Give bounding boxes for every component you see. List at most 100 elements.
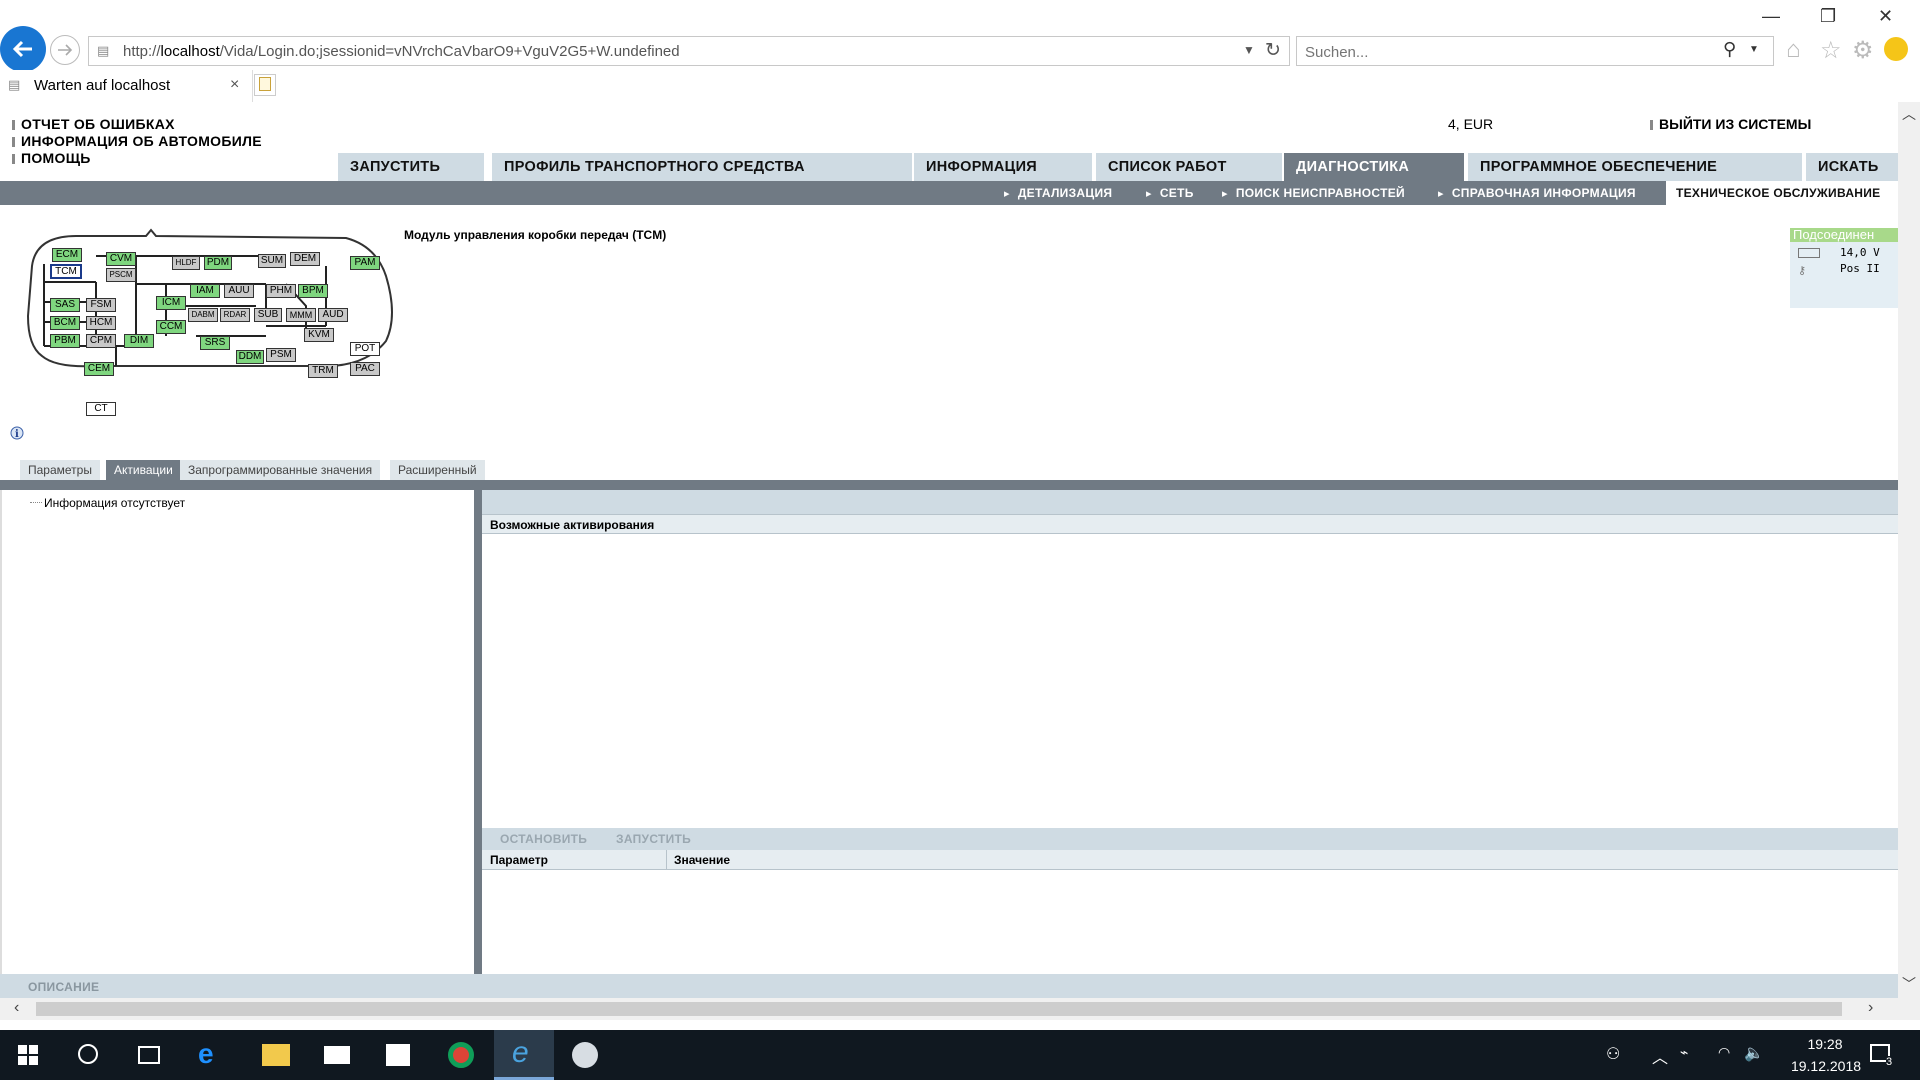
module-icm[interactable]: ICM [156, 296, 186, 310]
subtab-reference-info[interactable]: СПРАВОЧНАЯ ИНФОРМАЦИЯ [1438, 186, 1636, 200]
search-icon[interactable]: ⚲ [1723, 39, 1736, 60]
edge-icon[interactable]: e [198, 1038, 214, 1070]
module-phm[interactable]: PHM [266, 284, 296, 298]
favorites-icon[interactable]: ☆ [1820, 36, 1842, 65]
start-button[interactable]: ЗАПУСТИТЬ [616, 832, 691, 846]
horizontal-scroll-thumb[interactable] [36, 1002, 1842, 1016]
vertical-scrollbar[interactable]: ︿ ﹀ [1898, 102, 1920, 998]
column-value[interactable]: Значение [674, 853, 730, 867]
description-bar[interactable]: ОПИСАНИЕ [0, 974, 1898, 998]
forward-button[interactable] [50, 35, 80, 65]
tab-start[interactable]: ЗАПУСТИТЬ [338, 153, 484, 181]
refresh-icon[interactable]: ↻ [1265, 39, 1281, 62]
module-bpm[interactable]: BPM [298, 284, 328, 298]
search-box[interactable]: ⚲ ▼ [1296, 36, 1774, 66]
module-bcm[interactable]: BCM [50, 316, 80, 330]
module-pbm[interactable]: PBM [50, 334, 80, 348]
subtab-network[interactable]: СЕТЬ [1146, 186, 1194, 200]
chrome-icon[interactable] [448, 1042, 474, 1068]
module-cpm[interactable]: CPM [86, 334, 116, 348]
module-dim[interactable]: DIM [124, 334, 154, 348]
module-ct[interactable]: CT [86, 402, 116, 416]
address-bar[interactable]: ▤ http://localhost/Vida/Login.do;jsessio… [88, 36, 1290, 66]
tab-activations[interactable]: Активации [106, 460, 181, 480]
vehicle-info-link[interactable]: ИНФОРМАЦИЯ ОБ АВТОМОБИЛЕ [12, 133, 262, 149]
clock-time[interactable]: 19:28 [1790, 1036, 1860, 1052]
module-rdar[interactable]: RDAR [220, 308, 250, 322]
volume-icon[interactable]: 🔈 [1744, 1043, 1764, 1063]
help-link[interactable]: ПОМОЩЬ [12, 150, 91, 166]
module-fsm[interactable]: FSM [86, 298, 116, 312]
browser-tab[interactable]: ▤ Warten auf localhost × [0, 70, 253, 102]
home-icon[interactable]: ⌂ [1786, 36, 1801, 64]
scroll-right-icon[interactable]: › [1868, 999, 1873, 1017]
file-explorer-icon[interactable] [262, 1044, 290, 1066]
tab-close-icon[interactable]: × [230, 76, 239, 94]
ie-taskbar-button[interactable]: e [494, 1030, 554, 1080]
module-srs[interactable]: SRS [200, 336, 230, 350]
tab-information[interactable]: ИНФОРМАЦИЯ [914, 153, 1092, 181]
module-kvm[interactable]: KVM [304, 328, 334, 342]
module-dem[interactable]: DEM [290, 252, 320, 266]
module-trm[interactable]: TRM [308, 364, 338, 378]
module-hcm[interactable]: HCM [86, 316, 116, 330]
module-dabm[interactable]: DABM [188, 308, 218, 322]
module-iam[interactable]: IAM [190, 284, 220, 298]
search-dropdown-icon[interactable]: ▼ [1749, 44, 1759, 55]
module-ecm[interactable]: ECM [52, 248, 82, 262]
mail-icon[interactable] [324, 1046, 350, 1064]
tab-diagnostics[interactable]: ДИАГНОСТИКА [1284, 153, 1464, 181]
module-sum[interactable]: SUM [258, 254, 286, 268]
module-pot[interactable]: POT [350, 342, 380, 356]
windows-start-icon[interactable] [18, 1045, 38, 1065]
module-sub[interactable]: SUB [254, 308, 282, 322]
settings-gear-icon[interactable]: ⚙ [1852, 36, 1874, 65]
store-icon[interactable] [386, 1044, 410, 1066]
module-pam[interactable]: PAM [350, 256, 380, 270]
subtab-details[interactable]: ДЕТАЛИЗАЦИЯ [1004, 186, 1112, 200]
new-tab-button[interactable] [254, 74, 276, 96]
module-aud[interactable]: AUD [318, 308, 348, 322]
scroll-up-icon[interactable]: ︿ [1902, 104, 1916, 124]
vida-app-icon[interactable] [572, 1042, 598, 1068]
module-ccm[interactable]: CCM [156, 320, 186, 334]
tab-work-list[interactable]: СПИСОК РАБОТ [1096, 153, 1282, 181]
tab-programmed-values[interactable]: Запрограммированные значения [180, 460, 381, 480]
people-icon[interactable]: ⚇ [1606, 1044, 1620, 1064]
feedback-smiley-icon[interactable] [1884, 37, 1908, 61]
restore-icon[interactable]: ❐ [1820, 6, 1836, 27]
panel-splitter[interactable] [474, 490, 482, 974]
module-cem[interactable]: CEM [84, 362, 114, 376]
logout-link[interactable]: ВЫЙТИ ИЗ СИСТЕМЫ [1650, 116, 1811, 132]
minimize-icon[interactable]: — [1762, 6, 1780, 27]
module-sas[interactable]: SAS [50, 298, 80, 312]
subtab-maintenance[interactable]: ТЕХНИЧЕСКОЕ ОБСЛУЖИВАНИЕ [1666, 181, 1898, 205]
module-auu[interactable]: AUU [224, 284, 254, 298]
module-tcm[interactable]: TCM [50, 264, 82, 279]
module-ddm[interactable]: DDM [236, 350, 264, 364]
module-pac[interactable]: PAC [350, 362, 380, 376]
clock-date[interactable]: 19.12.2018 [1776, 1058, 1876, 1074]
module-cvm[interactable]: CVM [106, 252, 136, 266]
scroll-left-icon[interactable]: ‹ [14, 999, 19, 1017]
subtab-troubleshooting[interactable]: ПОИСК НЕИСПРАВНОСТЕЙ [1222, 186, 1405, 200]
show-hidden-icons[interactable]: ︿ [1652, 1044, 1668, 1068]
column-parameter[interactable]: Параметр [490, 853, 548, 867]
scroll-down-icon[interactable]: ﹀ [1902, 974, 1916, 994]
stop-button[interactable]: ОСТАНОВИТЬ [500, 832, 587, 846]
cortana-search-icon[interactable] [78, 1044, 98, 1064]
tab-software[interactable]: ПРОГРАММНОЕ ОБЕСПЕЧЕНИЕ [1468, 153, 1802, 181]
tab-parameters[interactable]: Параметры [20, 460, 100, 480]
address-dropdown-icon[interactable]: ▼ [1243, 43, 1255, 57]
close-window-icon[interactable]: ✕ [1878, 6, 1893, 27]
task-view-icon[interactable] [138, 1046, 160, 1064]
info-icon[interactable]: i [10, 426, 24, 440]
back-button[interactable] [0, 26, 46, 72]
wifi-icon[interactable]: ◠ [1718, 1044, 1730, 1061]
module-pdm[interactable]: PDM [204, 256, 232, 270]
error-report-link[interactable]: ОТЧЕТ ОБ ОШИБКАХ [12, 116, 175, 132]
module-hldf[interactable]: HLDF [172, 256, 200, 270]
tab-search[interactable]: ИСКАТЬ [1806, 153, 1898, 181]
tree-item[interactable]: Информация отсутствует [30, 496, 185, 510]
module-psm[interactable]: PSM [266, 348, 296, 362]
